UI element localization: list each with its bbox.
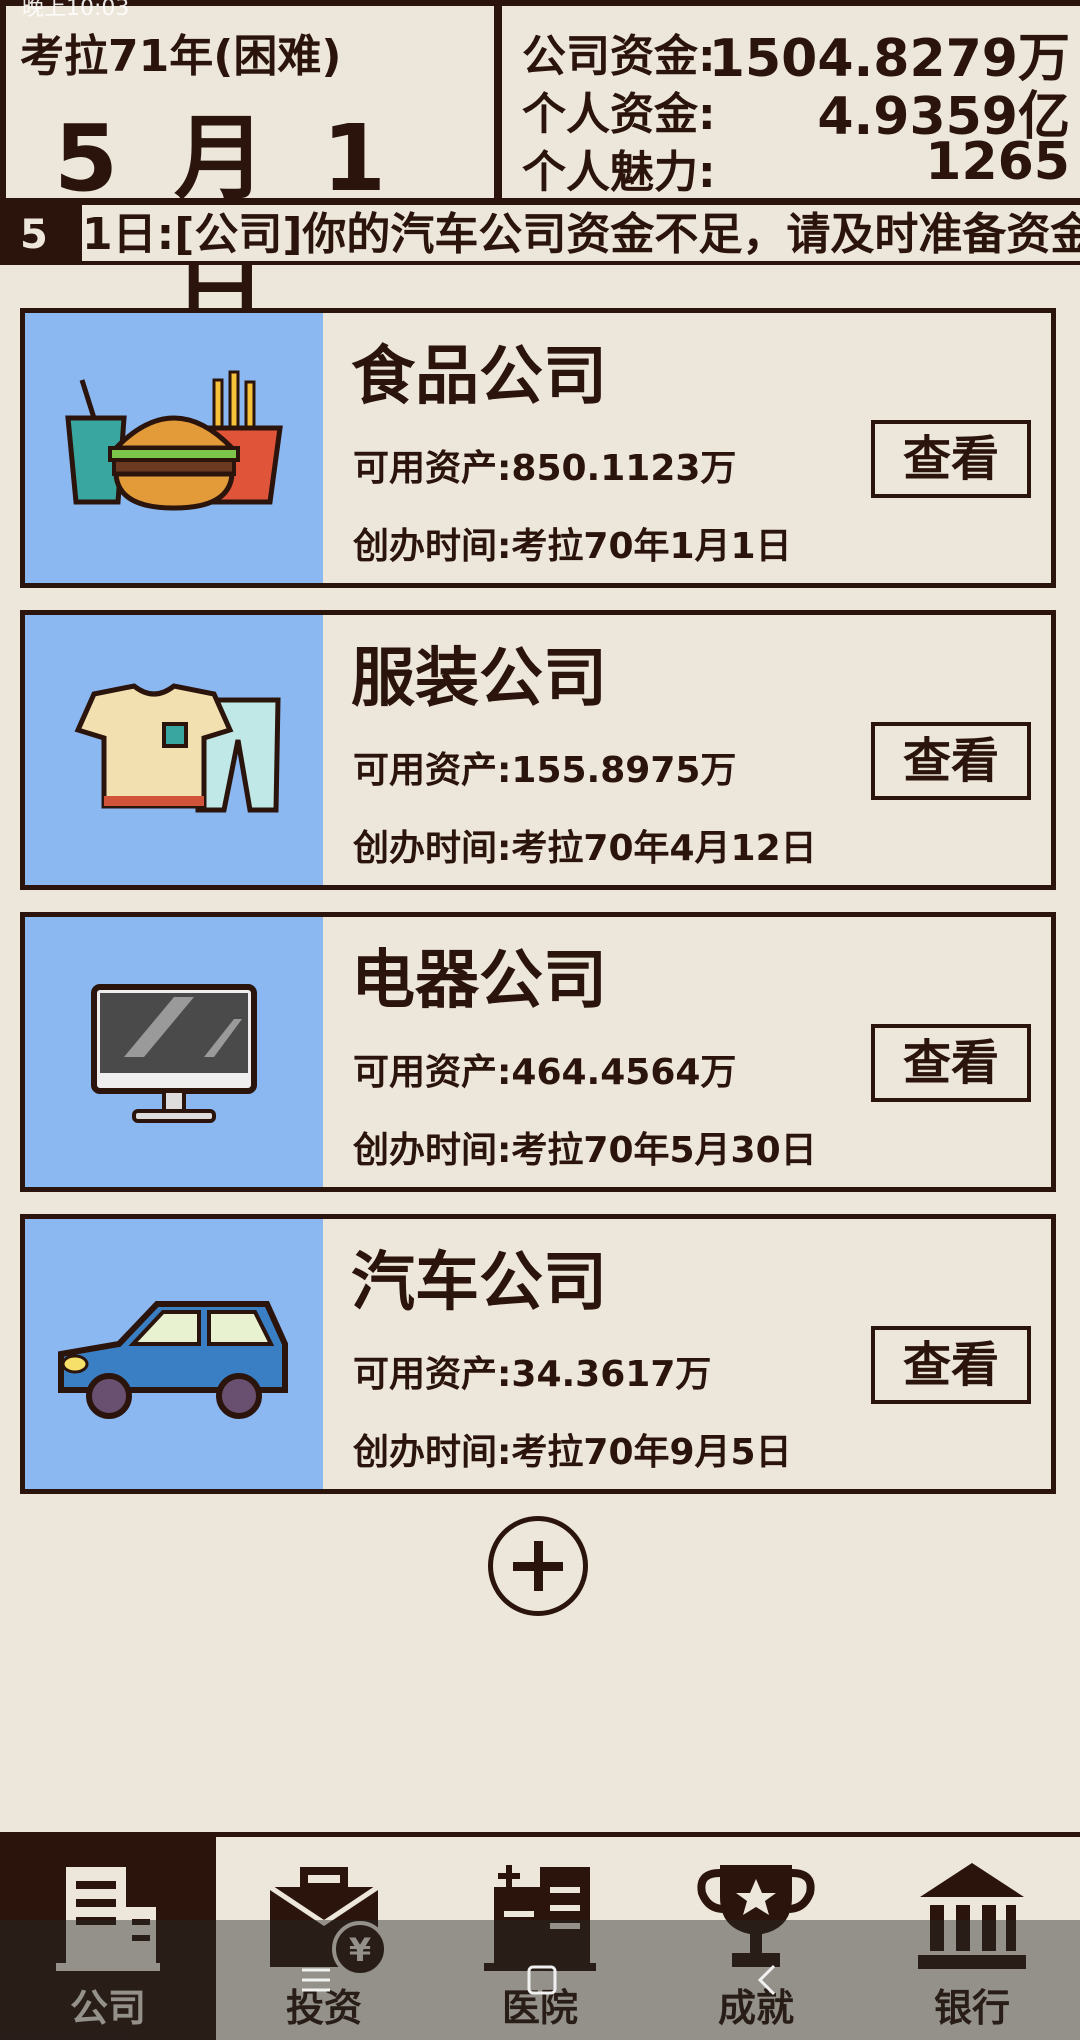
company-card-car: 汽车公司 可用资产:34.3617万 创办时间:考拉70年9月5日 查看 — [20, 1214, 1056, 1494]
company-name: 汽车公司 — [351, 1246, 607, 1320]
header-panel: 考拉71年(困难) 5 月 1 日 公司资金: 1504.8279万 个人资金:… — [0, 0, 1080, 345]
company-funds-row: 公司资金: 1504.8279万 — [522, 20, 1070, 89]
company-founded: 创办时间:考拉70年4月12日 — [353, 828, 817, 869]
company-card-clothing: 服装公司 可用资产:155.8975万 创办时间:考拉70年4月12日 查看 — [20, 610, 1056, 890]
company-card-food: 食品公司 可用资产:850.1123万 创办时间:考拉70年1月1日 查看 — [20, 308, 1056, 588]
company-name: 电器公司 — [351, 944, 607, 1018]
company-assets: 可用资产:34.3617万 — [353, 1354, 712, 1395]
company-founded: 创办时间:考拉70年5月30日 — [353, 1130, 817, 1171]
company-assets: 可用资产:155.8975万 — [353, 750, 737, 791]
car-icon — [25, 1219, 323, 1489]
company-funds-label: 公司资金: — [522, 31, 716, 82]
company-assets: 可用资产:850.1123万 — [353, 448, 737, 489]
money-box: 公司资金: 1504.8279万 个人资金: 4.9359亿 个人魅力: 126… — [502, 6, 1080, 198]
view-button[interactable]: 查看 — [871, 1024, 1031, 1102]
charisma-label: 个人魅力: — [522, 147, 716, 198]
ticker-message: 1日:[公司]你的汽车公司资金不足，请及时准备资金.. — [82, 209, 1080, 260]
personal-funds-row: 个人资金: 4.9359亿 — [522, 78, 1070, 147]
news-ticker: 5月 1日:[公司]你的汽车公司资金不足，请及时准备资金.. — [0, 205, 1080, 265]
menu-icon[interactable] — [296, 1960, 336, 2000]
back-icon[interactable] — [748, 1960, 788, 2000]
company-founded: 创办时间:考拉70年9月5日 — [353, 1432, 792, 1473]
company-name: 服装公司 — [351, 642, 607, 716]
view-button[interactable]: 查看 — [871, 420, 1031, 498]
company-assets: 可用资产:464.4564万 — [353, 1052, 737, 1093]
monitor-icon — [25, 917, 323, 1187]
food-icon — [25, 313, 323, 583]
view-button[interactable]: 查看 — [871, 1326, 1031, 1404]
clothing-icon — [25, 615, 323, 885]
year-label: 考拉71年(困难) — [20, 31, 342, 82]
company-card-electronics: 电器公司 可用资产:464.4564万 创办时间:考拉70年5月30日 查看 — [20, 912, 1056, 1192]
home-icon[interactable] — [522, 1960, 562, 2000]
status-bar-time: 晚上10:03 — [22, 0, 130, 21]
view-button[interactable]: 查看 — [871, 722, 1031, 800]
company-name: 食品公司 — [351, 340, 607, 414]
add-company-button[interactable] — [488, 1516, 588, 1616]
charisma-value: 1265 — [925, 132, 1070, 192]
ticker-month: 5月 — [0, 205, 82, 261]
personal-funds-label: 个人资金: — [522, 89, 716, 140]
date-box: 考拉71年(困难) 5 月 1 日 — [6, 6, 494, 345]
company-founded: 创办时间:考拉70年1月1日 — [353, 526, 792, 567]
system-nav-bar — [0, 1920, 1080, 2040]
charisma-row: 个人魅力: 1265 — [522, 132, 1070, 198]
